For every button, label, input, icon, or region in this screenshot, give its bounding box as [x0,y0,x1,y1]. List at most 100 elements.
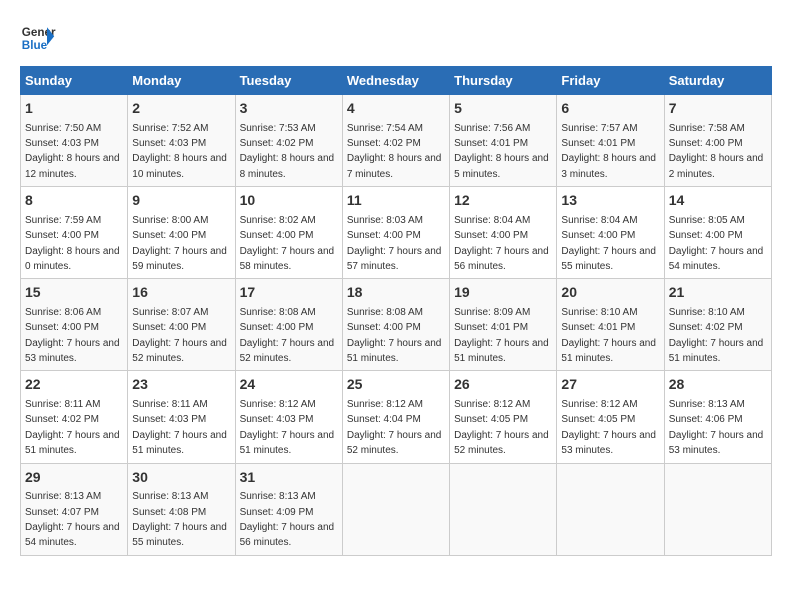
day-info: Sunrise: 8:13 AMSunset: 4:07 PMDaylight:… [25,491,120,548]
day-info: Sunrise: 8:12 AMSunset: 4:05 PMDaylight:… [454,399,549,456]
day-cell: 13 Sunrise: 8:04 AMSunset: 4:00 PMDaylig… [557,187,664,279]
week-row-3: 15 Sunrise: 8:06 AMSunset: 4:00 PMDaylig… [21,279,772,371]
day-cell: 8 Sunrise: 7:59 AMSunset: 4:00 PMDayligh… [21,187,128,279]
day-cell: 17 Sunrise: 8:08 AMSunset: 4:00 PMDaylig… [235,279,342,371]
day-number: 24 [240,375,338,395]
day-number: 18 [347,283,445,303]
day-number: 26 [454,375,552,395]
week-row-1: 1 Sunrise: 7:50 AMSunset: 4:03 PMDayligh… [21,95,772,187]
day-number: 31 [240,468,338,488]
day-cell: 7 Sunrise: 7:58 AMSunset: 4:00 PMDayligh… [664,95,771,187]
day-cell: 27 Sunrise: 8:12 AMSunset: 4:05 PMDaylig… [557,371,664,463]
day-info: Sunrise: 8:11 AMSunset: 4:03 PMDaylight:… [132,399,227,456]
day-info: Sunrise: 8:04 AMSunset: 4:00 PMDaylight:… [454,215,549,272]
day-number: 2 [132,99,230,119]
day-number: 4 [347,99,445,119]
day-cell: 6 Sunrise: 7:57 AMSunset: 4:01 PMDayligh… [557,95,664,187]
day-info: Sunrise: 8:13 AMSunset: 4:09 PMDaylight:… [240,491,335,548]
day-number: 12 [454,191,552,211]
day-number: 10 [240,191,338,211]
day-number: 25 [347,375,445,395]
day-cell: 12 Sunrise: 8:04 AMSunset: 4:00 PMDaylig… [450,187,557,279]
day-cell: 29 Sunrise: 8:13 AMSunset: 4:07 PMDaylig… [21,463,128,555]
day-cell: 30 Sunrise: 8:13 AMSunset: 4:08 PMDaylig… [128,463,235,555]
day-number: 28 [669,375,767,395]
day-info: Sunrise: 7:57 AMSunset: 4:01 PMDaylight:… [561,123,656,180]
day-number: 15 [25,283,123,303]
day-number: 17 [240,283,338,303]
day-info: Sunrise: 8:12 AMSunset: 4:03 PMDaylight:… [240,399,335,456]
day-info: Sunrise: 8:13 AMSunset: 4:08 PMDaylight:… [132,491,227,548]
day-info: Sunrise: 7:53 AMSunset: 4:02 PMDaylight:… [240,123,335,180]
header-row: SundayMondayTuesdayWednesdayThursdayFrid… [21,67,772,95]
day-number: 7 [669,99,767,119]
column-header-thursday: Thursday [450,67,557,95]
day-number: 30 [132,468,230,488]
day-info: Sunrise: 8:08 AMSunset: 4:00 PMDaylight:… [347,307,442,364]
day-cell: 31 Sunrise: 8:13 AMSunset: 4:09 PMDaylig… [235,463,342,555]
day-info: Sunrise: 7:52 AMSunset: 4:03 PMDaylight:… [132,123,227,180]
day-info: Sunrise: 8:09 AMSunset: 4:01 PMDaylight:… [454,307,549,364]
column-header-friday: Friday [557,67,664,95]
week-row-5: 29 Sunrise: 8:13 AMSunset: 4:07 PMDaylig… [21,463,772,555]
day-cell: 5 Sunrise: 7:56 AMSunset: 4:01 PMDayligh… [450,95,557,187]
calendar-table: SundayMondayTuesdayWednesdayThursdayFrid… [20,66,772,556]
day-number: 9 [132,191,230,211]
day-cell: 25 Sunrise: 8:12 AMSunset: 4:04 PMDaylig… [342,371,449,463]
day-cell: 9 Sunrise: 8:00 AMSunset: 4:00 PMDayligh… [128,187,235,279]
svg-text:Blue: Blue [22,39,48,52]
column-header-wednesday: Wednesday [342,67,449,95]
day-number: 16 [132,283,230,303]
day-info: Sunrise: 8:10 AMSunset: 4:02 PMDaylight:… [669,307,764,364]
day-cell: 3 Sunrise: 7:53 AMSunset: 4:02 PMDayligh… [235,95,342,187]
day-cell: 19 Sunrise: 8:09 AMSunset: 4:01 PMDaylig… [450,279,557,371]
day-cell [450,463,557,555]
column-header-monday: Monday [128,67,235,95]
day-info: Sunrise: 8:12 AMSunset: 4:05 PMDaylight:… [561,399,656,456]
day-cell: 26 Sunrise: 8:12 AMSunset: 4:05 PMDaylig… [450,371,557,463]
day-number: 6 [561,99,659,119]
column-header-saturday: Saturday [664,67,771,95]
day-info: Sunrise: 7:56 AMSunset: 4:01 PMDaylight:… [454,123,549,180]
day-number: 8 [25,191,123,211]
week-row-2: 8 Sunrise: 7:59 AMSunset: 4:00 PMDayligh… [21,187,772,279]
day-cell: 15 Sunrise: 8:06 AMSunset: 4:00 PMDaylig… [21,279,128,371]
day-cell: 2 Sunrise: 7:52 AMSunset: 4:03 PMDayligh… [128,95,235,187]
day-number: 29 [25,468,123,488]
day-info: Sunrise: 8:06 AMSunset: 4:00 PMDaylight:… [25,307,120,364]
day-cell: 14 Sunrise: 8:05 AMSunset: 4:00 PMDaylig… [664,187,771,279]
day-number: 27 [561,375,659,395]
day-number: 22 [25,375,123,395]
day-cell: 24 Sunrise: 8:12 AMSunset: 4:03 PMDaylig… [235,371,342,463]
day-number: 13 [561,191,659,211]
day-number: 19 [454,283,552,303]
day-info: Sunrise: 8:13 AMSunset: 4:06 PMDaylight:… [669,399,764,456]
column-header-tuesday: Tuesday [235,67,342,95]
day-cell: 10 Sunrise: 8:02 AMSunset: 4:00 PMDaylig… [235,187,342,279]
day-cell: 1 Sunrise: 7:50 AMSunset: 4:03 PMDayligh… [21,95,128,187]
day-info: Sunrise: 8:10 AMSunset: 4:01 PMDaylight:… [561,307,656,364]
header: General Blue [20,20,772,56]
day-cell [664,463,771,555]
day-info: Sunrise: 8:08 AMSunset: 4:00 PMDaylight:… [240,307,335,364]
day-number: 11 [347,191,445,211]
day-number: 3 [240,99,338,119]
day-info: Sunrise: 7:54 AMSunset: 4:02 PMDaylight:… [347,123,442,180]
day-cell: 4 Sunrise: 7:54 AMSunset: 4:02 PMDayligh… [342,95,449,187]
day-cell [557,463,664,555]
day-number: 20 [561,283,659,303]
logo: General Blue [20,20,56,56]
day-number: 21 [669,283,767,303]
day-info: Sunrise: 8:12 AMSunset: 4:04 PMDaylight:… [347,399,442,456]
day-cell [342,463,449,555]
day-number: 1 [25,99,123,119]
day-cell: 11 Sunrise: 8:03 AMSunset: 4:00 PMDaylig… [342,187,449,279]
day-info: Sunrise: 8:02 AMSunset: 4:00 PMDaylight:… [240,215,335,272]
day-number: 14 [669,191,767,211]
day-info: Sunrise: 8:05 AMSunset: 4:00 PMDaylight:… [669,215,764,272]
column-header-sunday: Sunday [21,67,128,95]
day-info: Sunrise: 8:03 AMSunset: 4:00 PMDaylight:… [347,215,442,272]
day-cell: 22 Sunrise: 8:11 AMSunset: 4:02 PMDaylig… [21,371,128,463]
day-number: 5 [454,99,552,119]
day-info: Sunrise: 8:07 AMSunset: 4:00 PMDaylight:… [132,307,227,364]
